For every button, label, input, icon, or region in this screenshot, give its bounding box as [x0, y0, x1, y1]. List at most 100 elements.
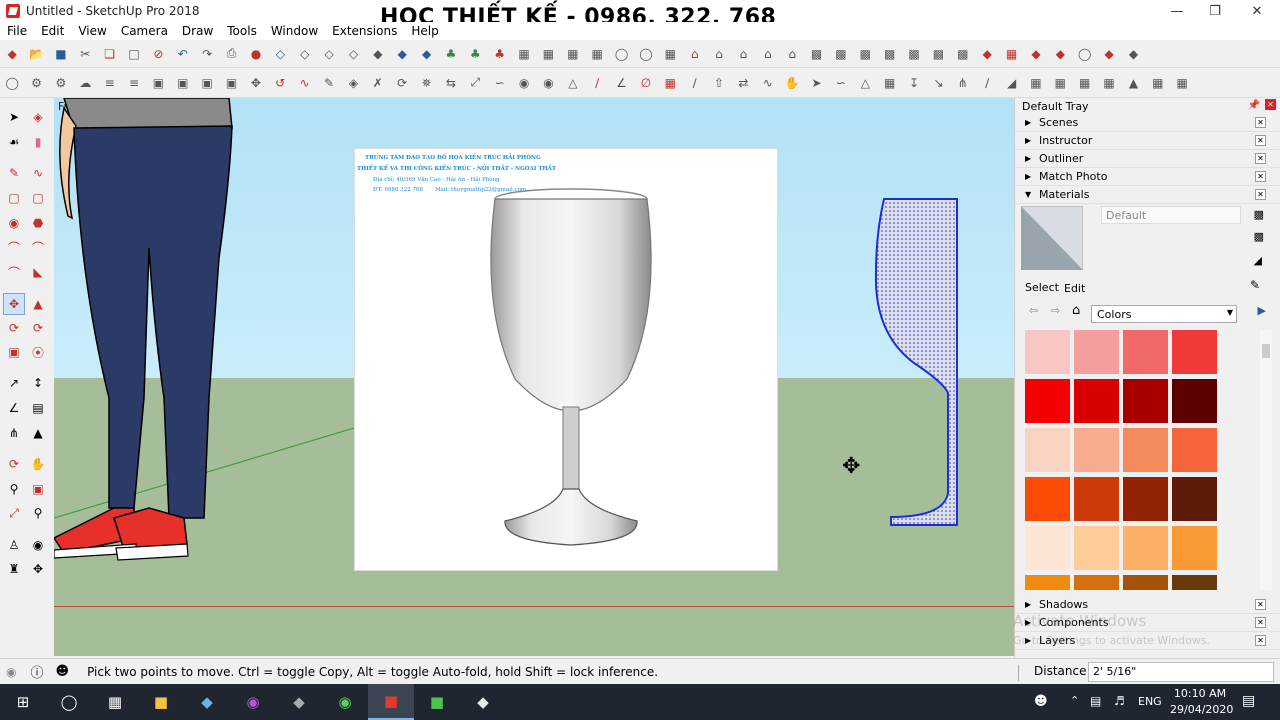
color-swatch[interactable]	[1123, 526, 1168, 570]
erase-icon[interactable]: ⊘	[147, 43, 169, 65]
color-swatch[interactable]	[1172, 575, 1217, 590]
color-swatch[interactable]	[1025, 477, 1070, 521]
cloud-icon[interactable]: ☁	[74, 72, 96, 94]
plugin-plant-icon[interactable]: ♣	[464, 43, 486, 65]
create-material-icon[interactable]: ▩	[1254, 230, 1264, 243]
angle-tool-icon[interactable]: ∠	[611, 72, 633, 94]
panel-outliner[interactable]: ▶ Outliner ✕	[1015, 150, 1280, 168]
left-view-icon[interactable]: ◯	[635, 43, 657, 65]
color-swatch[interactable]	[1025, 526, 1070, 570]
color-swatch[interactable]	[1074, 477, 1119, 521]
pan-icon[interactable]: ✋	[27, 453, 49, 475]
cortana-button[interactable]: ◯	[46, 684, 92, 720]
color-swatch[interactable]	[1074, 575, 1119, 590]
shaded-icon[interactable]: ◆	[367, 43, 389, 65]
axes-icon[interactable]: ⋔	[3, 422, 25, 444]
shade-tool-icon[interactable]: ◢	[1001, 72, 1023, 94]
model-info-icon[interactable]: ●	[245, 43, 267, 65]
component-icon[interactable]: ▩	[830, 43, 852, 65]
star-tool-icon[interactable]: ✵	[416, 72, 438, 94]
styles-icon[interactable]: ▩	[903, 43, 925, 65]
back-view-icon[interactable]: ◯	[611, 43, 633, 65]
taskbar-app-4[interactable]: ◉	[322, 684, 368, 720]
color-swatch[interactable]	[1074, 428, 1119, 472]
frame-2-icon[interactable]: ▣	[172, 72, 194, 94]
panel-instructor[interactable]: ▶ Instructor ✕	[1015, 132, 1280, 150]
polygon-icon[interactable]: ⬣	[27, 212, 49, 234]
top-view-icon[interactable]: ▦	[537, 43, 559, 65]
color-swatch[interactable]	[1074, 379, 1119, 423]
outliner-icon[interactable]: ▩	[879, 43, 901, 65]
house-icon[interactable]: ⌂	[684, 43, 706, 65]
menu-draw[interactable]: Draw	[175, 24, 220, 38]
position-camera-icon[interactable]: ♙	[3, 534, 25, 556]
close-icon[interactable]: ✕	[1255, 599, 1266, 610]
paint-icon[interactable]: ▩	[1254, 208, 1264, 221]
last-tool-icon[interactable]: ▦	[1171, 72, 1193, 94]
house-4-icon[interactable]: ⌂	[757, 43, 779, 65]
loft-tool-icon[interactable]: ∿	[757, 72, 779, 94]
triangle-tool-icon[interactable]: △	[854, 72, 876, 94]
menu-file[interactable]: File	[0, 24, 34, 38]
rotate-icon[interactable]: ⟳	[3, 317, 25, 339]
previous-view-icon[interactable]: ⚲	[27, 502, 49, 524]
home-icon[interactable]: ⌂	[1072, 303, 1080, 318]
tab-select[interactable]: Select	[1025, 281, 1059, 294]
panel-match-photo[interactable]: ▶ Match Photo ✕	[1015, 168, 1280, 186]
path-tool-icon[interactable]: ∽	[830, 72, 852, 94]
panel-materials[interactable]: ▼ Materials ✕	[1015, 186, 1280, 204]
print-icon[interactable]: ⎙	[221, 43, 243, 65]
menu-help[interactable]: Help	[404, 24, 445, 38]
house-3-icon[interactable]: ⌂	[732, 43, 754, 65]
more-tool-icon[interactable]: ▦	[1147, 72, 1169, 94]
select-tool-icon[interactable]: ➤	[3, 106, 25, 128]
extrude-tool-icon[interactable]: ⇧	[708, 72, 730, 94]
color-swatch[interactable]	[1123, 575, 1168, 590]
network-icon[interactable]: ▤	[1090, 694, 1101, 708]
rotate-tool-icon[interactable]: ⟳	[391, 72, 413, 94]
cut-icon[interactable]: ✂	[74, 43, 96, 65]
section-plane-icon[interactable]: ✥	[27, 558, 49, 580]
menu-window[interactable]: Window	[264, 24, 325, 38]
menu-view[interactable]: View	[71, 24, 113, 38]
warehouse-icon[interactable]: ◆	[1, 43, 23, 65]
cone-tool-icon[interactable]: △	[562, 72, 584, 94]
arrow-diag-tool-icon[interactable]: ↘	[927, 72, 949, 94]
window-tool-icon[interactable]: ▦	[1074, 72, 1096, 94]
color-swatch[interactable]	[1025, 379, 1070, 423]
bend-tool-icon[interactable]: ∽	[489, 72, 511, 94]
details-icon[interactable]: ▶	[1258, 304, 1266, 317]
color-swatch[interactable]	[1074, 526, 1119, 570]
color-swatch[interactable]	[1074, 330, 1119, 374]
three-point-arc-icon[interactable]: ⌒	[3, 261, 25, 283]
menu-tools[interactable]: Tools	[220, 24, 264, 38]
tray-chevron-icon[interactable]: ⌃	[1070, 694, 1079, 707]
house-2-icon[interactable]: ⌂	[708, 43, 730, 65]
people-icon[interactable]: ☻	[1034, 694, 1048, 709]
arrow-down-tool-icon[interactable]: ↧	[903, 72, 925, 94]
color-swatch[interactable]	[1025, 330, 1070, 374]
pie-icon[interactable]: ◣	[27, 261, 49, 283]
material-name-field[interactable]: Default	[1101, 206, 1241, 224]
close-icon[interactable]: ✕	[1255, 189, 1266, 200]
zoom-icon[interactable]: ⚲	[3, 478, 25, 500]
sandbox-2-icon[interactable]: ◆	[1025, 43, 1047, 65]
tape-measure-icon[interactable]: ↗	[3, 372, 25, 394]
clock-time[interactable]: 10:10 AM	[1172, 687, 1228, 700]
close-icon[interactable]: ✕	[1255, 117, 1266, 128]
task-view-button[interactable]: ▦	[92, 684, 138, 720]
two-point-arc-icon[interactable]: ⌒	[27, 236, 49, 258]
language-indicator[interactable]: ENG	[1138, 695, 1162, 708]
color-swatch[interactable]	[1172, 379, 1217, 423]
taskbar-explorer[interactable]: ■	[138, 684, 184, 720]
sandbox-6-icon[interactable]: ◆	[1122, 43, 1144, 65]
scale-icon[interactable]: ▣	[3, 341, 25, 363]
clock-date[interactable]: 29/04/2020	[1170, 703, 1233, 716]
arc-icon[interactable]: ⌒	[3, 236, 25, 258]
wireframe-icon[interactable]: ◇	[318, 43, 340, 65]
volume-icon[interactable]: ♬	[1114, 694, 1125, 708]
start-button[interactable]: ⊞	[0, 684, 46, 720]
cylinder-tool-icon[interactable]: ◉	[537, 72, 559, 94]
close-icon[interactable]: ✕	[1255, 635, 1266, 646]
slash-tool-icon[interactable]: ∕	[684, 72, 706, 94]
